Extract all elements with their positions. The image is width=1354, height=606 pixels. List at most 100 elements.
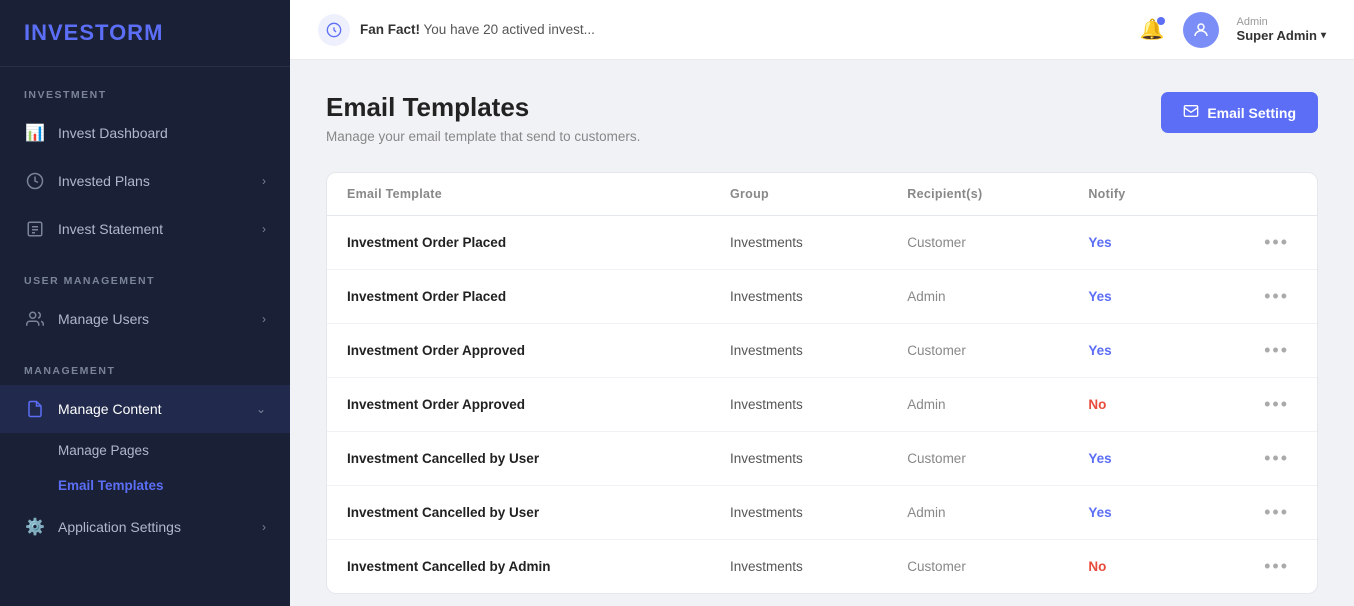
table-row: Investment Order Approved Investments Cu… [327,324,1317,378]
cell-actions: ••• [1190,486,1317,540]
user-info: Admin Super Admin ▾ [1237,16,1326,43]
email-setting-icon [1183,103,1199,122]
row-actions-button[interactable]: ••• [1256,228,1297,256]
sub-item-label: Email Templates [58,478,164,493]
invest-dashboard-icon: 📊 [24,122,46,144]
cell-template: Investment Cancelled by User [327,432,710,486]
chevron-right-icon: › [262,312,266,326]
cell-group: Investments [710,216,887,270]
cell-template: Investment Order Approved [327,378,710,432]
page-content: Email Templates Manage your email templa… [290,60,1354,606]
cell-group: Investments [710,378,887,432]
cell-notify: Yes [1068,432,1189,486]
user-management-section-label: USER MANAGEMENT [0,253,290,295]
cell-group: Investments [710,540,887,594]
sidebar-item-label: Invest Statement [58,221,262,237]
table-row: Investment Order Placed Investments Cust… [327,216,1317,270]
cell-recipient: Admin [887,486,1068,540]
manage-users-icon [24,308,46,330]
table-row: Investment Cancelled by User Investments… [327,432,1317,486]
row-actions-button[interactable]: ••• [1256,552,1297,580]
cell-recipient: Admin [887,270,1068,324]
sidebar-item-invest-dashboard[interactable]: 📊 Invest Dashboard [0,109,290,157]
chevron-right-icon: › [262,222,266,236]
row-actions-button[interactable]: ••• [1256,336,1297,364]
cell-template: Investment Cancelled by User [327,486,710,540]
sidebar-item-application-settings[interactable]: ⚙️ Application Settings › [0,503,290,551]
row-actions-button[interactable]: ••• [1256,444,1297,472]
logo: INVESTORM [0,0,290,67]
email-templates-table: Email Template Group Recipient(s) Notify… [326,172,1318,594]
cell-actions: ••• [1190,540,1317,594]
cell-notify: No [1068,540,1189,594]
topbar: Fan Fact! You have 20 actived invest... … [290,0,1354,60]
cell-actions: ••• [1190,324,1317,378]
fan-fact-icon [318,14,350,46]
avatar [1183,12,1219,48]
cell-notify: Yes [1068,216,1189,270]
cell-group: Investments [710,486,887,540]
sidebar-item-manage-content[interactable]: Manage Content ⌄ [0,385,290,433]
table-row: Investment Cancelled by Admin Investment… [327,540,1317,594]
page-title: Email Templates [326,92,640,123]
sub-item-label: Manage Pages [58,443,149,458]
page-header-text: Email Templates Manage your email templa… [326,92,640,144]
col-group: Group [710,173,887,216]
logo-part1: INVEST [24,20,109,45]
cell-recipient: Customer [887,324,1068,378]
logo-part2: ORM [109,20,163,45]
sidebar-sub-item-email-templates[interactable]: Email Templates [0,468,290,503]
fan-fact-label: Fan Fact! [360,22,420,37]
notification-dot [1157,17,1165,25]
cell-notify: Yes [1068,270,1189,324]
invested-plans-icon [24,170,46,192]
chevron-down-icon: ⌄ [256,402,266,416]
cell-recipient: Customer [887,540,1068,594]
cell-recipient: Admin [887,378,1068,432]
main-content: Fan Fact! You have 20 actived invest... … [290,0,1354,606]
table-row: Investment Order Placed Investments Admi… [327,270,1317,324]
sidebar-item-label: Application Settings [58,519,262,535]
sidebar-item-manage-users[interactable]: Manage Users › [0,295,290,343]
table-row: Investment Order Approved Investments Ad… [327,378,1317,432]
sidebar-sub-item-manage-pages[interactable]: Manage Pages [0,433,290,468]
sidebar-item-invest-statement[interactable]: Invest Statement › [0,205,290,253]
cell-recipient: Customer [887,432,1068,486]
notification-bell[interactable]: 🔔 [1140,17,1165,42]
row-actions-button[interactable]: ••• [1256,498,1297,526]
table-row: Investment Cancelled by User Investments… [327,486,1317,540]
cell-notify: No [1068,378,1189,432]
chevron-right-icon: › [262,174,266,188]
cell-actions: ••• [1190,216,1317,270]
topbar-right: 🔔 Admin Super Admin ▾ [1140,12,1326,48]
cell-template: Investment Order Placed [327,216,710,270]
management-section-label: MANAGEMENT [0,343,290,385]
manage-content-icon [24,398,46,420]
cell-notify: Yes [1068,486,1189,540]
email-setting-button[interactable]: Email Setting [1161,92,1318,133]
cell-group: Investments [710,324,887,378]
sidebar-item-invested-plans[interactable]: Invested Plans › [0,157,290,205]
table-header-row: Email Template Group Recipient(s) Notify [327,173,1317,216]
investment-section-label: INVESTMENT [0,67,290,109]
sidebar-item-label: Manage Users [58,311,262,327]
cell-group: Investments [710,270,887,324]
cell-template: Investment Cancelled by Admin [327,540,710,594]
row-actions-button[interactable]: ••• [1256,282,1297,310]
username: Super Admin ▾ [1237,28,1326,43]
cell-template: Investment Order Approved [327,324,710,378]
page-header: Email Templates Manage your email templa… [326,92,1318,144]
cell-actions: ••• [1190,270,1317,324]
sidebar: INVESTORM INVESTMENT 📊 Invest Dashboard … [0,0,290,606]
page-subtitle: Manage your email template that send to … [326,129,640,144]
chevron-right-icon: › [262,520,266,534]
cell-recipient: Customer [887,216,1068,270]
col-recipients: Recipient(s) [887,173,1068,216]
row-actions-button[interactable]: ••• [1256,390,1297,418]
admin-label: Admin [1237,16,1326,28]
invest-statement-icon [24,218,46,240]
table: Email Template Group Recipient(s) Notify… [327,173,1317,593]
cell-actions: ••• [1190,378,1317,432]
email-setting-label: Email Setting [1207,105,1296,121]
chevron-down-icon: ▾ [1321,30,1326,41]
